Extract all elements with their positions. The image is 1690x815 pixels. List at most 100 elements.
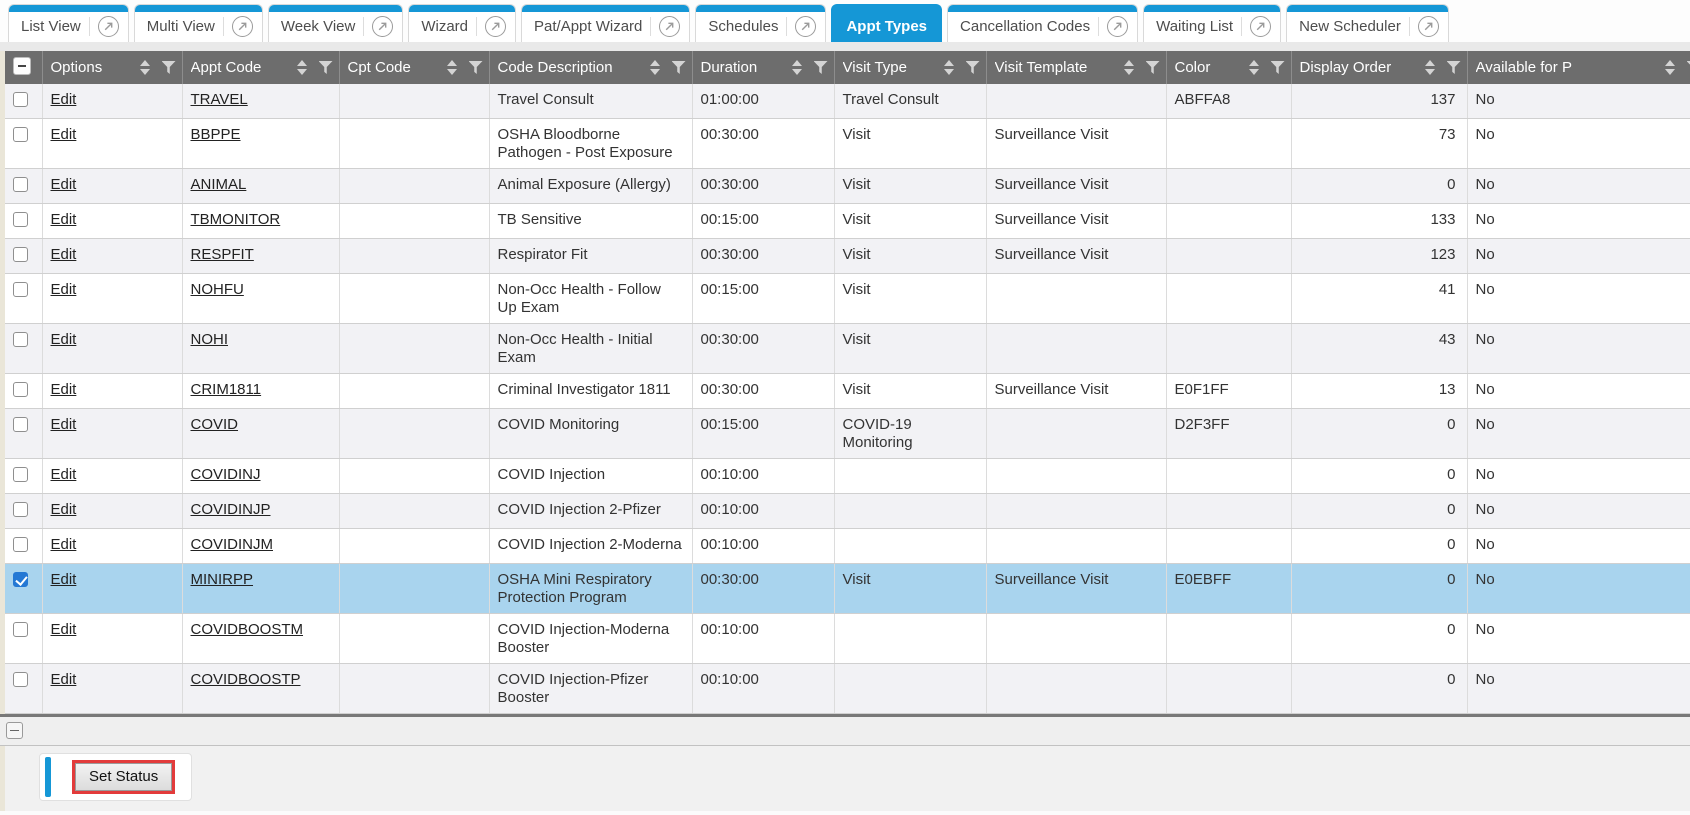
column-header-visit-type[interactable]: Visit Type	[834, 51, 986, 84]
edit-link[interactable]: Edit	[51, 501, 77, 518]
row-checkbox[interactable]	[13, 537, 28, 552]
row-checkbox[interactable]	[13, 672, 28, 687]
appt-code-link[interactable]: COVIDINJM	[191, 536, 274, 553]
sort-icon[interactable]	[792, 60, 802, 75]
set-status-button[interactable]: Set Status	[75, 763, 172, 791]
sort-icon[interactable]	[1124, 60, 1134, 75]
sort-icon[interactable]	[447, 60, 457, 75]
appt-code-link[interactable]: COVIDINJ	[191, 466, 261, 483]
edit-link[interactable]: Edit	[51, 621, 77, 638]
row-checkbox[interactable]	[13, 382, 28, 397]
tab-pat-appt-wizard[interactable]: Pat/Appt Wizard	[521, 4, 690, 42]
open-in-new-window-icon[interactable]	[1107, 16, 1128, 37]
appt-code-link[interactable]: NOHFU	[191, 281, 244, 298]
collapse-footer-icon[interactable]	[6, 722, 23, 739]
open-in-new-window-icon[interactable]	[485, 16, 506, 37]
edit-link[interactable]: Edit	[51, 126, 77, 143]
appt-code-link[interactable]: MINIRPP	[191, 571, 254, 588]
tab-wizard[interactable]: Wizard	[408, 4, 516, 42]
column-header-options[interactable]: Options	[42, 51, 182, 84]
edit-link[interactable]: Edit	[51, 381, 77, 398]
edit-link[interactable]: Edit	[51, 671, 77, 688]
tab-multi-view[interactable]: Multi View	[134, 4, 263, 42]
open-in-new-window-icon[interactable]	[659, 16, 680, 37]
row-checkbox[interactable]	[13, 332, 28, 347]
filter-icon[interactable]	[814, 61, 828, 74]
edit-link[interactable]: Edit	[51, 211, 77, 228]
edit-link[interactable]: Edit	[51, 246, 77, 263]
tab-appt-types[interactable]: Appt Types	[831, 4, 942, 42]
filter-icon[interactable]	[162, 61, 176, 74]
code-description-cell: COVID Injection-Moderna Booster	[489, 614, 692, 664]
edit-link[interactable]: Edit	[51, 91, 77, 108]
column-header-duration[interactable]: Duration	[692, 51, 834, 84]
open-in-new-window-icon[interactable]	[372, 16, 393, 37]
column-header-color[interactable]: Color	[1166, 51, 1291, 84]
tab-new-scheduler[interactable]: New Scheduler	[1286, 4, 1449, 42]
row-checkbox-cell	[5, 614, 42, 664]
column-header-available-for-p[interactable]: Available for P	[1467, 51, 1690, 84]
row-checkbox[interactable]	[13, 417, 28, 432]
filter-icon[interactable]	[1146, 61, 1160, 74]
tab-schedules[interactable]: Schedules	[695, 4, 826, 42]
row-checkbox[interactable]	[13, 127, 28, 142]
tab-list-view[interactable]: List View	[8, 4, 129, 42]
edit-link[interactable]: Edit	[51, 571, 77, 588]
sort-icon[interactable]	[1665, 60, 1675, 75]
row-checkbox[interactable]	[13, 177, 28, 192]
appt-code-link[interactable]: TRAVEL	[191, 91, 248, 108]
column-header-visit-template[interactable]: Visit Template	[986, 51, 1166, 84]
row-checkbox[interactable]	[13, 622, 28, 637]
filter-icon[interactable]	[319, 61, 333, 74]
open-in-new-window-icon[interactable]	[795, 16, 816, 37]
column-header-cpt-code[interactable]: Cpt Code	[339, 51, 489, 84]
filter-icon[interactable]	[1271, 61, 1285, 74]
row-checkbox[interactable]	[13, 282, 28, 297]
open-in-new-window-icon[interactable]	[1418, 16, 1439, 37]
tab-cancellation-codes[interactable]: Cancellation Codes	[947, 4, 1138, 42]
appt-code-cell: COVIDBOOSTP	[182, 664, 339, 714]
filter-icon[interactable]	[966, 61, 980, 74]
appt-code-link[interactable]: TBMONITOR	[191, 211, 281, 228]
appt-code-link[interactable]: ANIMAL	[191, 176, 247, 193]
edit-link[interactable]: Edit	[51, 176, 77, 193]
row-checkbox[interactable]	[13, 502, 28, 517]
open-in-new-window-icon[interactable]	[232, 16, 253, 37]
edit-link[interactable]: Edit	[51, 416, 77, 433]
appt-code-link[interactable]: COVIDBOOSTP	[191, 671, 301, 688]
sort-icon[interactable]	[1425, 60, 1435, 75]
edit-link[interactable]: Edit	[51, 331, 77, 348]
edit-link[interactable]: Edit	[51, 281, 77, 298]
sort-icon[interactable]	[1249, 60, 1259, 75]
column-header-code-description[interactable]: Code Description	[489, 51, 692, 84]
edit-link[interactable]: Edit	[51, 466, 77, 483]
filter-icon[interactable]	[1687, 61, 1690, 74]
appt-code-link[interactable]: RESPFIT	[191, 246, 254, 263]
appt-code-link[interactable]: COVIDINJP	[191, 501, 271, 518]
appt-code-link[interactable]: BBPPE	[191, 126, 241, 143]
filter-icon[interactable]	[469, 61, 483, 74]
tab-waiting-list[interactable]: Waiting List	[1143, 4, 1281, 42]
filter-icon[interactable]	[1447, 61, 1461, 74]
row-checkbox[interactable]	[13, 467, 28, 482]
row-checkbox[interactable]	[13, 92, 28, 107]
column-header-appt-code[interactable]: Appt Code	[182, 51, 339, 84]
sort-icon[interactable]	[944, 60, 954, 75]
tab-week-view[interactable]: Week View	[268, 4, 403, 42]
collapse-all-icon[interactable]	[13, 57, 31, 75]
row-checkbox[interactable]	[13, 572, 28, 587]
appt-code-link[interactable]: CRIM1811	[191, 381, 262, 398]
row-checkbox[interactable]	[13, 247, 28, 262]
sort-icon[interactable]	[140, 60, 150, 75]
appt-code-link[interactable]: NOHI	[191, 331, 229, 348]
appt-code-link[interactable]: COVIDBOOSTM	[191, 621, 304, 638]
edit-link[interactable]: Edit	[51, 536, 77, 553]
appt-code-link[interactable]: COVID	[191, 416, 239, 433]
sort-icon[interactable]	[650, 60, 660, 75]
row-checkbox[interactable]	[13, 212, 28, 227]
open-in-new-window-icon[interactable]	[98, 16, 119, 37]
open-in-new-window-icon[interactable]	[1250, 16, 1271, 37]
sort-icon[interactable]	[297, 60, 307, 75]
column-header-display-order[interactable]: Display Order	[1291, 51, 1467, 84]
filter-icon[interactable]	[672, 61, 686, 74]
